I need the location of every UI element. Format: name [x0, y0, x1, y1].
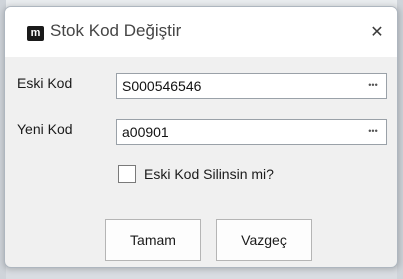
delete-old-code-checkbox[interactable]: [118, 165, 136, 183]
cancel-button[interactable]: Vazgeç: [216, 219, 312, 261]
delete-old-code-label[interactable]: Eski Kod Silinsin mi?: [144, 166, 274, 182]
new-code-field: •••: [116, 119, 387, 145]
old-code-field: •••: [116, 73, 387, 99]
new-code-label: Yeni Kod: [17, 121, 73, 137]
ok-button[interactable]: Tamam: [105, 219, 201, 261]
close-icon[interactable]: ✕: [363, 20, 391, 46]
dialog-titlebar: m Stok Kod Değiştir ✕: [5, 7, 397, 57]
old-code-input[interactable]: [117, 74, 357, 98]
stock-code-change-dialog: m Stok Kod Değiştir ✕ Eski Kod ••• Yeni …: [4, 6, 398, 268]
old-code-browse-button[interactable]: •••: [360, 74, 386, 98]
new-code-input[interactable]: [117, 120, 357, 144]
new-code-browse-button[interactable]: •••: [360, 120, 386, 144]
dialog-title: Stok Kod Değiştir: [50, 21, 182, 40]
old-code-label: Eski Kod: [17, 75, 73, 91]
app-logo-icon: m: [27, 26, 44, 41]
